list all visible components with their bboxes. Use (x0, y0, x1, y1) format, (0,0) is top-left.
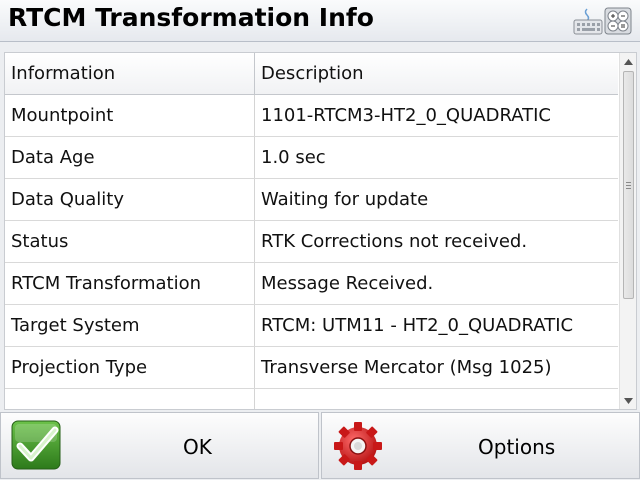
row-value (255, 389, 618, 409)
ok-button[interactable]: OK (0, 412, 319, 479)
row-value: RTCM: UTM11 - HT2_0_QUADRATIC (261, 315, 574, 336)
options-label: Options (478, 435, 556, 459)
row-value: RTK Corrections not received. (261, 231, 528, 252)
page-title: RTCM Transformation Info (8, 3, 374, 32)
table-row[interactable]: Target System RTCM: UTM11 - HT2_0_QUADRA… (5, 305, 618, 347)
table-row[interactable]: Projection Type Transverse Mercator (Msg… (5, 347, 618, 389)
row-label: Projection Type (5, 347, 255, 388)
gear-icon (334, 422, 382, 470)
content-frame: Information Description Mountpoint 1101-… (0, 42, 640, 412)
row-label: Data Quality (5, 179, 255, 220)
table-row[interactable]: Mountpoint 1101-RTCM3-HT2_0_QUADRATIC (5, 95, 618, 137)
info-table: Information Description Mountpoint 1101-… (4, 52, 637, 410)
title-bar: RTCM Transformation Info (0, 0, 640, 42)
table-row[interactable]: Data Age 1.0 sec (5, 137, 618, 179)
button-bar: OK Options (0, 412, 640, 480)
table-header-row: Information Description (5, 53, 618, 95)
table-row[interactable]: Status RTK Corrections not received. (5, 221, 618, 263)
scroll-down-arrow[interactable] (620, 392, 636, 409)
scroll-up-arrow[interactable] (620, 53, 636, 70)
vertical-scrollbar[interactable] (619, 53, 636, 409)
table-row[interactable]: RTCM Transformation Message Received. (5, 263, 618, 305)
triangle-up-icon (624, 58, 633, 65)
row-label (5, 389, 255, 409)
row-value: 1101-RTCM3-HT2_0_QUADRATIC (261, 105, 552, 126)
row-value: Waiting for update (261, 189, 429, 210)
keyboard-calculator-button[interactable] (570, 4, 636, 38)
table-row[interactable] (5, 389, 618, 409)
triangle-down-icon (624, 397, 633, 404)
row-label: RTCM Transformation (5, 263, 255, 304)
checkmark-icon (11, 420, 61, 470)
row-value: 1.0 sec (261, 147, 326, 168)
table-row[interactable]: Data Quality Waiting for update (5, 179, 618, 221)
row-label: Target System (5, 305, 255, 346)
row-label: Status (5, 221, 255, 262)
ok-label: OK (183, 435, 212, 459)
keyboard-icon (573, 8, 603, 35)
grip-line (626, 188, 631, 189)
info-grid: Information Description Mountpoint 1101-… (5, 53, 618, 409)
grip-line (626, 185, 631, 186)
row-value: Transverse Mercator (Msg 1025) (261, 357, 552, 378)
calculator-icon (604, 7, 632, 35)
options-button[interactable]: Options (321, 412, 640, 479)
header-description[interactable]: Description (255, 53, 618, 94)
row-label: Mountpoint (5, 95, 255, 136)
row-label: Data Age (5, 137, 255, 178)
grip-line (626, 182, 631, 183)
row-value: Message Received. (261, 273, 434, 294)
header-information[interactable]: Information (5, 53, 255, 94)
scroll-thumb[interactable] (623, 71, 634, 299)
